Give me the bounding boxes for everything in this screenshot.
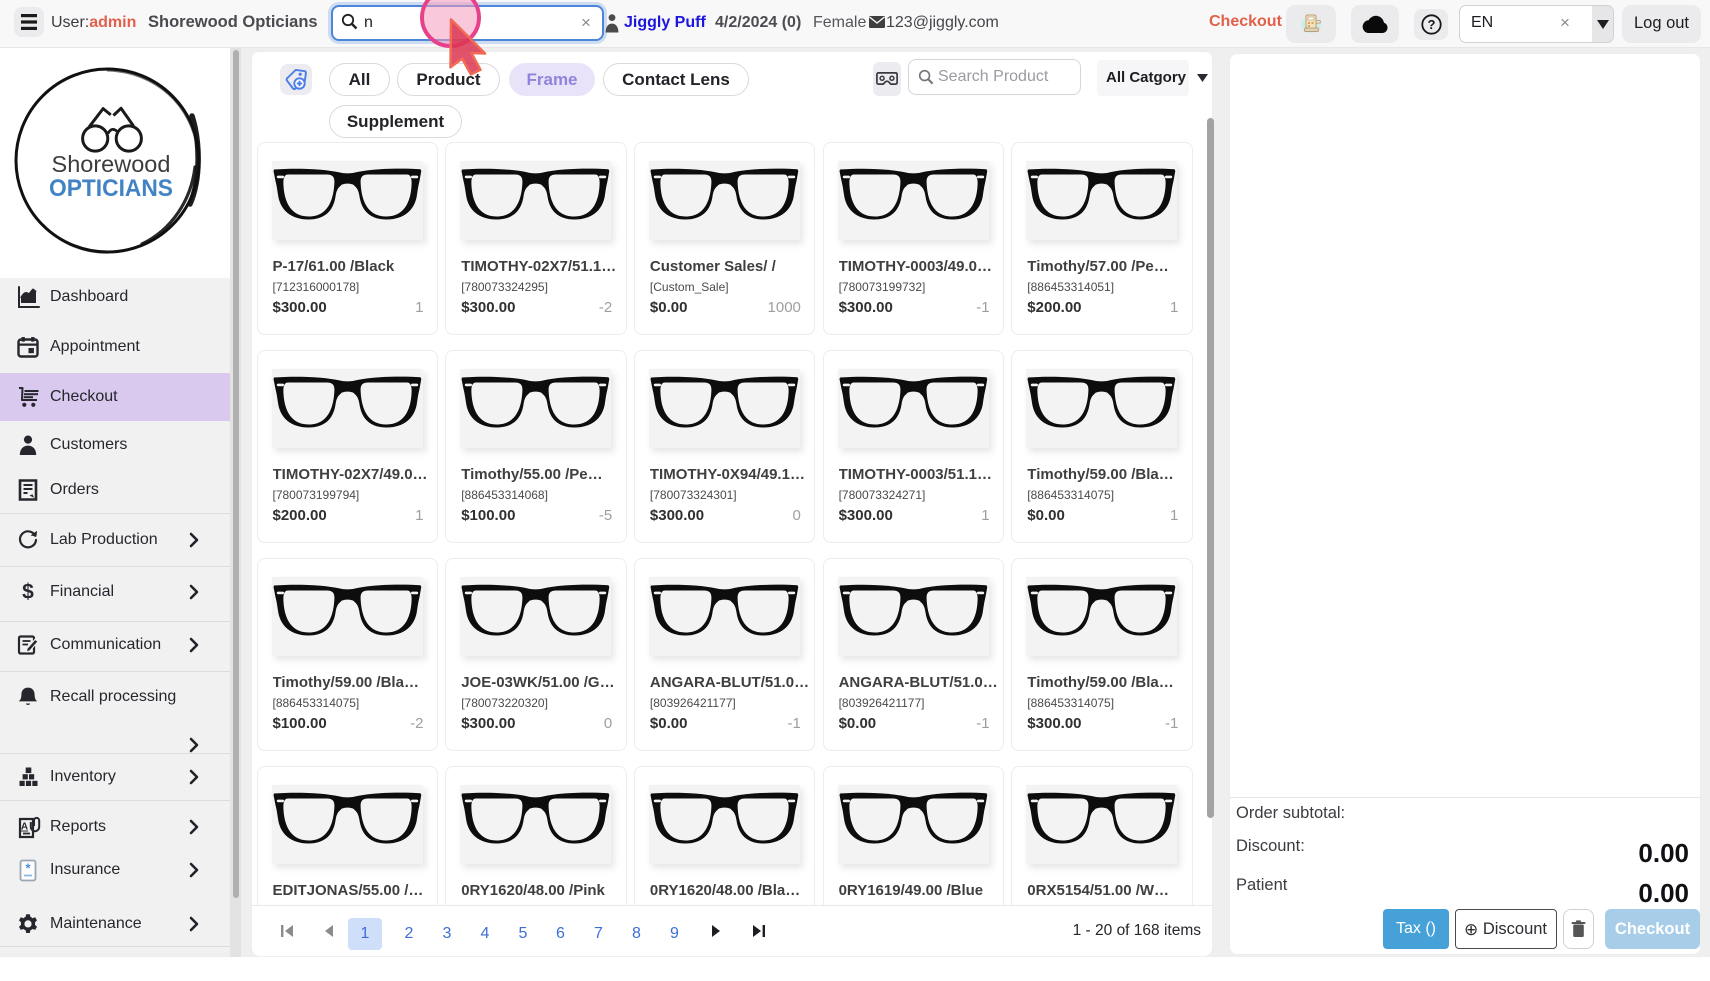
- svg-text:?: ?: [1428, 17, 1436, 32]
- svg-text:A: A: [21, 822, 28, 833]
- svg-text:$: $: [22, 581, 34, 603]
- svg-text:OPTICIANS: OPTICIANS: [49, 175, 173, 202]
- svg-text:Shorewood: Shorewood: [52, 151, 171, 177]
